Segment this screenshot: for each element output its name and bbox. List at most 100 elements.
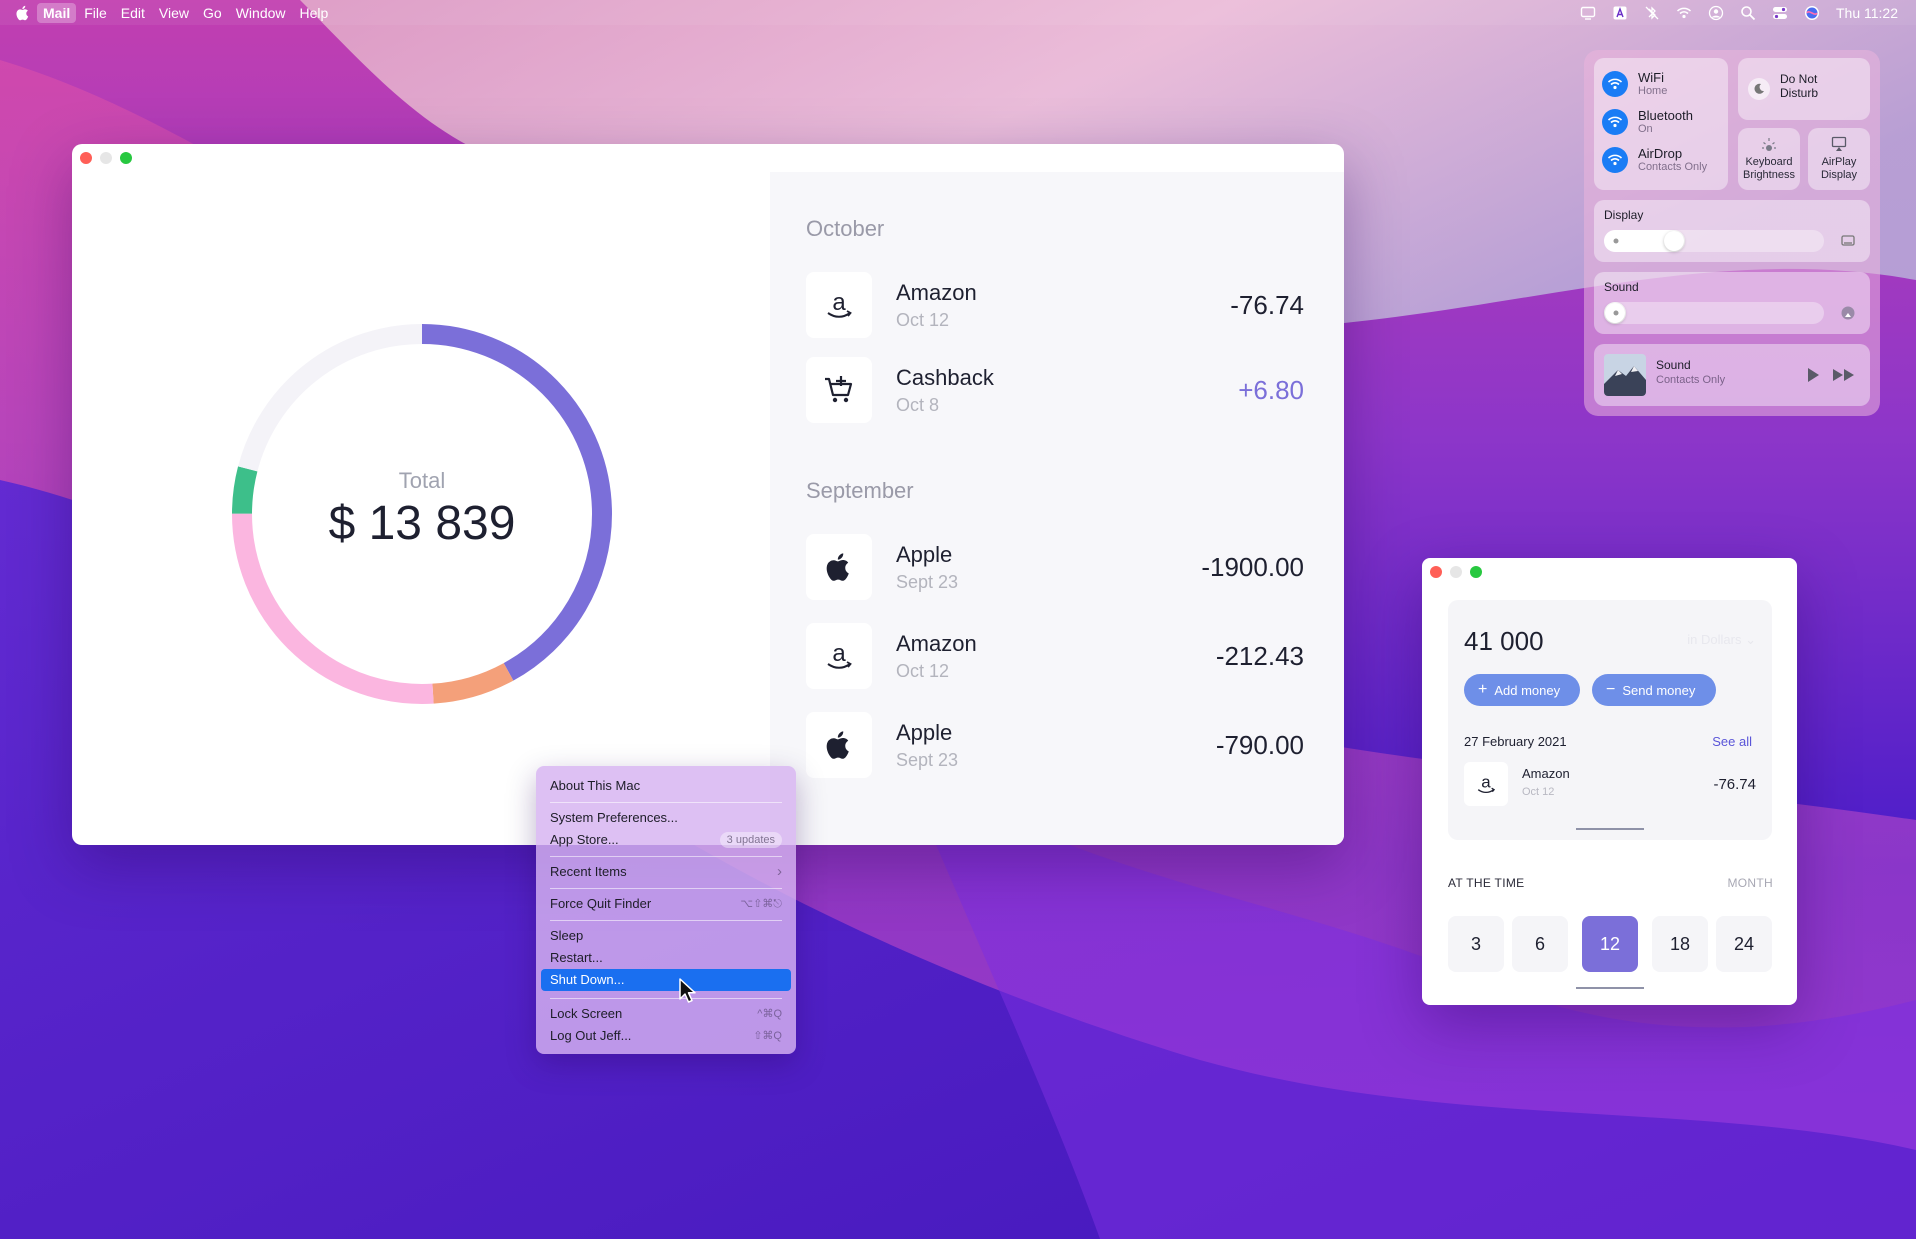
currency-select[interactable]: in Dollars ⌄ [1687,632,1756,648]
control-center-icon[interactable] [1772,5,1788,21]
menu-edit[interactable]: Edit [121,5,145,21]
menu-item-label: App Store... [550,832,619,847]
period-option[interactable]: 6 [1512,916,1568,972]
bluetooth-icon [1602,108,1628,135]
bluetooth-toggle[interactable]: Bluetooth On [1602,108,1693,135]
speaker-icon [1613,310,1619,316]
menu-clock[interactable]: Thu 11:22 [1836,5,1898,21]
menu-separator [550,888,782,889]
airdrop-toggle[interactable]: AirDrop Contacts Only [1602,146,1707,173]
menu-app-name[interactable]: Mail [37,2,77,23]
airplay-icon [1831,136,1847,151]
amazon-icon: a [1477,773,1496,793]
bluetooth-off-icon[interactable] [1644,5,1660,21]
transaction-amount: -212.43 [1215,641,1304,671]
menu-item-app-store[interactable]: App Store... 3 updates [550,830,782,850]
zoom-button[interactable] [1470,566,1482,578]
month-label[interactable]: MONTH [1728,876,1774,890]
transaction-row[interactable]: a Amazon Oct 12 -76.74 [806,272,1304,338]
sound-tile: Sound [1594,272,1870,334]
menu-separator [550,856,782,857]
minimize-button[interactable] [1450,566,1462,578]
chart-total-value: $ 13 839 [328,496,516,550]
transaction-row[interactable]: Apple Sept 23 -1900.00 [806,534,1304,600]
svg-text:a: a [832,640,846,667]
menu-item-label: Shut Down... [550,972,625,987]
zoom-button[interactable] [120,152,132,164]
transaction-row[interactable]: Apple Sept 23 -790.00 [806,712,1304,778]
fast-forward-icon[interactable] [1832,367,1856,383]
transaction-row[interactable]: Cashback Oct 8 +6.80 [806,357,1304,423]
keyboard-brightness-toggle[interactable]: Keyboard Brightness [1738,128,1800,190]
close-button[interactable] [80,152,92,164]
wifi-icon[interactable] [1676,5,1692,21]
menu-file[interactable]: File [84,5,107,21]
menu-item-system-preferences[interactable]: System Preferences... [550,808,782,828]
period-option[interactable]: 3 [1448,916,1504,972]
menu-shortcut: ⇧⌘Q [753,1030,782,1042]
now-playing-sub: Contacts Only [1656,374,1726,386]
display-icon[interactable] [1580,5,1596,21]
siri-icon[interactable] [1804,5,1820,21]
svg-text:a: a [1481,773,1491,792]
see-all-link[interactable]: See all [1712,734,1752,749]
apple-logo-icon[interactable] [14,4,32,22]
period-option[interactable]: 18 [1652,916,1708,972]
chevron-down-icon: ⌄ [1745,632,1756,647]
transaction-name: Apple [896,542,953,567]
transaction-row[interactable]: a Amazon Oct 12 -212.43 [806,623,1304,689]
airplay-audio-icon[interactable] [1840,305,1856,321]
keyboard-brightness-label: Keyboard Brightness [1743,156,1795,181]
play-icon[interactable] [1806,367,1820,383]
send-money-button[interactable]: − Send money [1592,674,1716,706]
menu-window[interactable]: Window [236,5,286,21]
menu-item-label: About This Mac [550,778,641,793]
period-option[interactable]: 24 [1716,916,1772,972]
minimize-button[interactable] [100,152,112,164]
do-not-disturb-toggle[interactable]: Do Not Disturb [1738,58,1870,120]
menu-help[interactable]: Help [300,5,329,21]
user-icon[interactable] [1708,5,1724,21]
wallet-window: 41 000 in Dollars ⌄ + Add money − Send mon… [1422,558,1797,1005]
total-donut-chart: Total $ 13 839 [222,314,622,714]
wifi-toggle[interactable]: WiFi Home [1602,70,1667,97]
airplay-display-toggle[interactable]: AirPlay Display [1808,128,1870,190]
menu-view[interactable]: View [159,5,189,21]
sound-volume-slider[interactable] [1604,302,1824,324]
balance-card: 41 000 in Dollars ⌄ + Add money − Send mon… [1448,600,1772,840]
add-money-button[interactable]: + Add money [1464,674,1580,706]
now-playing-title: Sound [1656,358,1691,372]
display-tile: Display [1594,200,1870,262]
menu-item-recent-items[interactable]: Recent Items › [550,862,782,882]
chart-label: Total [398,467,446,493]
album-artwork [1604,354,1646,396]
display-brightness-slider[interactable] [1604,230,1824,252]
menu-item-shut-down[interactable]: Shut Down... [541,969,791,991]
minus-icon: − [1606,681,1616,698]
transaction-name: Cashback [896,365,994,390]
menu-item-about-this-mac[interactable]: About This Mac [550,776,782,796]
close-button[interactable] [1430,566,1442,578]
menu-item-lock-screen[interactable]: Lock Screen ^⌘Q [550,1004,782,1024]
transaction-amount: +6.80 [1238,375,1304,405]
display-settings-icon[interactable] [1840,233,1856,249]
menu-item-restart[interactable]: Restart... [550,948,782,968]
spotlight-search-icon[interactable] [1740,5,1756,21]
menu-shortcut: ⌥⇧⌘⎋ [740,898,782,910]
transaction-date: Oct 12 [896,310,950,330]
svg-text:a: a [832,289,846,316]
send-money-label: Send money [1622,682,1696,698]
sun-icon [1613,238,1619,244]
control-center-panel: WiFi Home Bluetooth On AirDrop Contacts Onl… [1584,50,1880,416]
menu-item-sleep[interactable]: Sleep [550,926,782,946]
menu-go[interactable]: Go [203,5,222,21]
input-source-icon[interactable] [1612,5,1628,21]
month-title-september: September [806,478,914,503]
period-option-selected[interactable]: 12 [1582,916,1638,972]
menu-item-force-quit[interactable]: Force Quit Finder ⌥⇧⌘⎋ [550,894,782,914]
amazon-icon-tile: a [806,272,872,338]
menu-shortcut: ^⌘Q [757,1008,782,1020]
menu-item-label: System Preferences... [550,810,678,825]
menu-item-label: Recent Items [550,864,627,879]
menu-item-log-out[interactable]: Log Out Jeff... ⇧⌘Q [550,1026,782,1046]
